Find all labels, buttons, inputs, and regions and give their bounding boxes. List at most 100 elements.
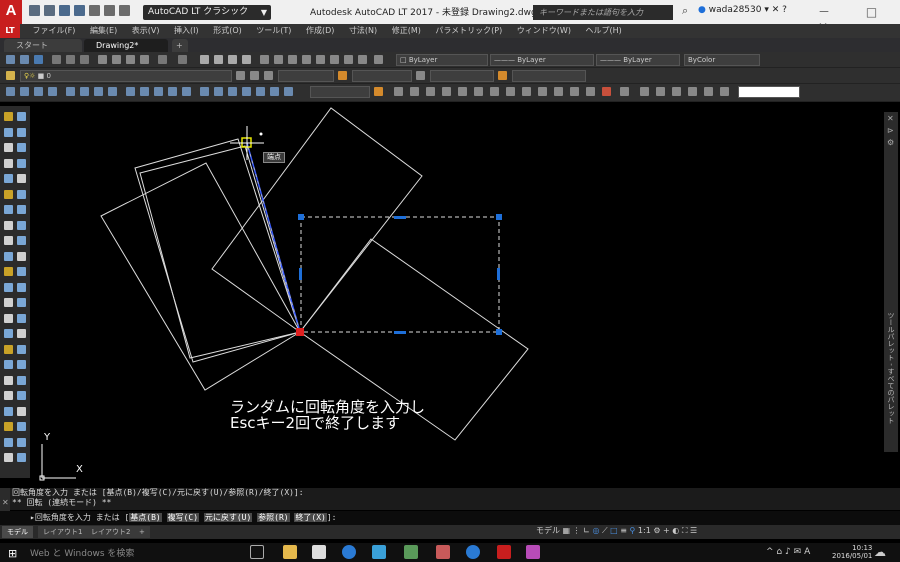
nearest-icon[interactable]	[602, 87, 611, 96]
ellipse-icon[interactable]	[17, 174, 26, 183]
layer-properties-icon[interactable]	[6, 71, 15, 80]
calculator-icon[interactable]	[330, 55, 339, 64]
make-block-icon[interactable]	[4, 205, 13, 214]
undo-icon[interactable]	[158, 55, 167, 64]
stretch-icon[interactable]	[4, 329, 13, 338]
view-dropdown[interactable]	[738, 86, 800, 98]
osnap-toggle-icon[interactable]: □	[610, 526, 618, 535]
node-icon[interactable]	[586, 87, 595, 96]
dim-update-icon[interactable]	[284, 87, 293, 96]
menu-window[interactable]: ウィンドウ(W)	[517, 24, 571, 38]
sheet-set-icon[interactable]	[302, 55, 311, 64]
ungroup-icon[interactable]	[688, 87, 697, 96]
quick-dim-icon[interactable]	[126, 87, 135, 96]
polar-icon[interactable]: ◎	[592, 526, 599, 535]
dim-style-icon[interactable]	[374, 87, 383, 96]
move-icon[interactable]	[17, 298, 26, 307]
scale-dropdown[interactable]: 1:1	[638, 526, 651, 535]
perpendicular-icon[interactable]	[538, 87, 547, 96]
extension-icon[interactable]	[474, 87, 483, 96]
help-icon[interactable]	[358, 55, 367, 64]
menu-draw[interactable]: 作成(D)	[306, 24, 334, 38]
grip-corner[interactable]	[298, 214, 304, 220]
preview-icon[interactable]	[66, 55, 75, 64]
ellipse-arc-icon[interactable]	[4, 189, 13, 199]
ime-indicator[interactable]: A	[804, 547, 810, 557]
draworder-icon[interactable]	[656, 87, 665, 96]
layer-dropdown[interactable]: ♀☼ ■ 0	[20, 70, 232, 82]
volume-icon[interactable]: ♪	[785, 547, 791, 557]
array-icon[interactable]	[4, 298, 13, 307]
insertion-icon[interactable]	[570, 87, 579, 96]
rect-rotated-a[interactable]	[134, 138, 301, 363]
table-icon[interactable]	[374, 55, 383, 64]
tab-model[interactable]: モデル	[2, 526, 33, 538]
close-icon[interactable]: ✕	[2, 498, 9, 507]
cut-icon[interactable]	[98, 55, 107, 64]
user-sign-in[interactable]: ● wada28530 ▾ ✕ ?	[698, 5, 787, 15]
option-copy[interactable]: 複写(C)	[166, 513, 200, 522]
arc-length-icon[interactable]	[34, 87, 43, 96]
close-icon[interactable]: ✕	[887, 114, 894, 123]
markup-icon[interactable]	[316, 55, 325, 64]
rotate-icon[interactable]	[4, 313, 13, 323]
mleader-style-icon[interactable]	[498, 71, 507, 80]
group-icon[interactable]	[672, 87, 681, 96]
none-snap-icon[interactable]	[620, 87, 629, 96]
grid-icon[interactable]: ▦	[563, 526, 571, 535]
jogged-icon[interactable]	[80, 87, 89, 96]
app-icon[interactable]	[436, 545, 450, 559]
radius-icon[interactable]	[66, 87, 75, 96]
undo-icon[interactable]	[104, 5, 115, 16]
join-icon[interactable]	[4, 360, 13, 369]
menu-insert[interactable]: 挿入(I)	[174, 24, 199, 38]
network-icon[interactable]: ⌂	[776, 547, 782, 557]
menu-help[interactable]: ヘルプ(H)	[586, 24, 622, 38]
dim-style-dropdown[interactable]	[352, 70, 412, 82]
xref-icon[interactable]	[4, 437, 13, 447]
search-input[interactable]: キーワードまたは語句を入力	[533, 5, 673, 20]
dim-style-control[interactable]	[310, 86, 370, 98]
spline-icon[interactable]	[4, 174, 13, 183]
gear-icon[interactable]: ⚙	[653, 526, 660, 535]
table-style-dropdown[interactable]	[430, 70, 494, 82]
view-icon[interactable]	[640, 87, 649, 96]
properties-icon[interactable]	[260, 55, 269, 64]
rect-rotated-d[interactable]	[211, 107, 423, 333]
offset-icon[interactable]	[17, 282, 26, 292]
diameter-icon[interactable]	[94, 87, 103, 96]
dimension-icon[interactable]	[17, 391, 26, 400]
dim-text-edit-icon[interactable]	[270, 87, 279, 96]
insert-block-icon[interactable]	[17, 189, 26, 199]
arc-icon[interactable]	[17, 143, 26, 152]
option-exit[interactable]: 終了(X)	[294, 513, 327, 522]
jogged-linear-icon[interactable]	[242, 87, 251, 96]
calendar-icon[interactable]	[344, 55, 353, 64]
erase-icon[interactable]	[4, 267, 13, 276]
grip-midpoint[interactable]	[394, 331, 406, 334]
linear-dim-icon[interactable]	[6, 87, 15, 96]
continue-icon[interactable]	[154, 87, 163, 96]
application-menu-button[interactable]: A	[0, 0, 22, 24]
new-tab-button[interactable]: +	[172, 39, 188, 52]
menu-tools[interactable]: ツール(T)	[256, 24, 291, 38]
ie-icon[interactable]	[466, 545, 480, 559]
tool-palette-title[interactable]: ツールパレット - すべてのパレット	[886, 312, 896, 424]
snap-icon[interactable]: ⋮	[573, 526, 581, 535]
quadrant-icon[interactable]	[506, 87, 515, 96]
trim-icon[interactable]	[17, 329, 26, 338]
lineweight-dropdown[interactable]: ——— ByLayer	[596, 54, 680, 66]
plotstyle-dropdown[interactable]: ByColor	[684, 54, 760, 66]
game-icon[interactable]	[526, 545, 540, 559]
open-icon[interactable]	[44, 5, 55, 16]
save-icon[interactable]	[34, 55, 43, 64]
text-style-icon[interactable]	[264, 71, 273, 80]
save-icon[interactable]	[59, 5, 70, 16]
make-current-icon[interactable]	[236, 71, 245, 80]
isolate-icon[interactable]: ◐	[672, 526, 679, 535]
tab-start[interactable]: スタート	[4, 39, 82, 52]
save-as-icon[interactable]	[74, 5, 85, 16]
clock[interactable]: 10:13 2016/05/01	[832, 544, 872, 560]
publish-icon[interactable]	[80, 55, 89, 64]
match-properties-icon[interactable]	[140, 55, 149, 64]
